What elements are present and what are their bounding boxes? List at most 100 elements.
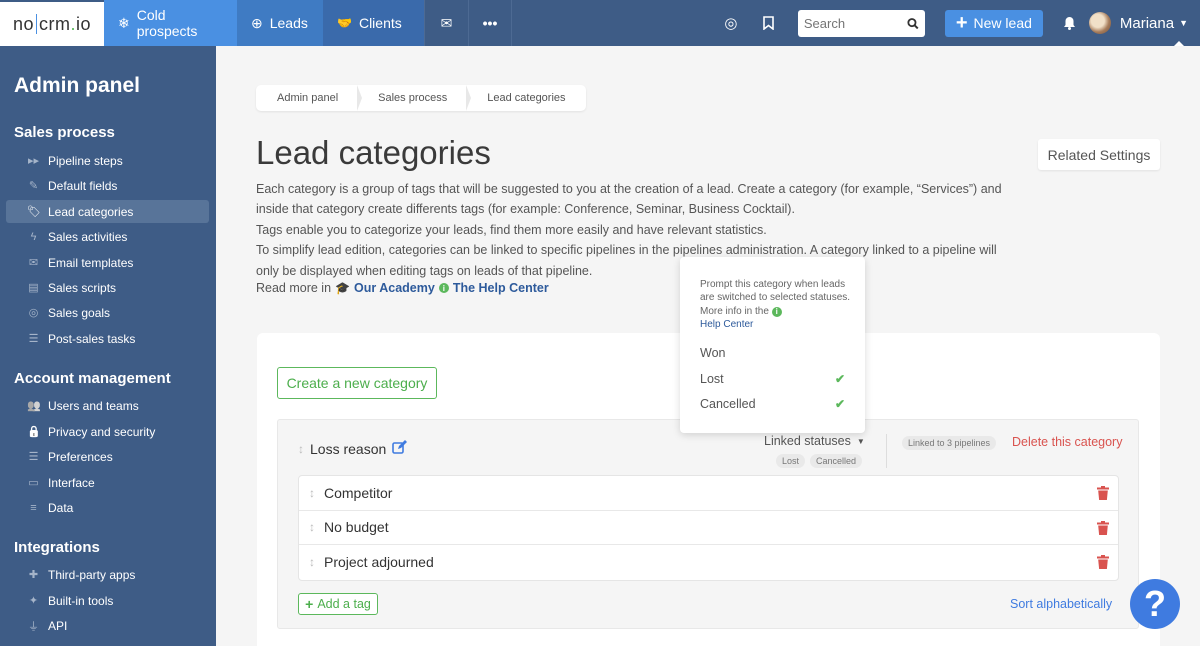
tab-label: Leads (269, 15, 308, 31)
sidebar-item-label: Pipeline steps (48, 153, 123, 168)
breadcrumb-item-admin-panel[interactable]: Admin panel (256, 85, 363, 111)
sidebar-item-label: Lead categories (48, 204, 134, 219)
trash-icon[interactable] (1097, 555, 1109, 569)
drag-handle-icon[interactable]: ↕ (309, 486, 315, 500)
caret-down-icon: ▼ (856, 436, 865, 446)
bell-icon (1064, 17, 1076, 30)
sidebar-item-email-templates[interactable]: ✉ Email templates (6, 251, 209, 274)
popover-help-center-link[interactable]: Help Center (700, 319, 753, 330)
trash-icon[interactable] (1097, 520, 1109, 535)
category-name: Loss reason (310, 440, 387, 457)
notifications-button[interactable] (1057, 16, 1083, 30)
forward-icon: ▸▸ (27, 155, 40, 167)
linked-status-pills: Lost Cancelled (776, 454, 863, 468)
new-lead-button[interactable]: + New lead (944, 9, 1043, 37)
read-more-label: Read more in (256, 281, 332, 295)
search-icon[interactable] (907, 17, 919, 30)
sidebar-item-default-fields[interactable]: ✎ Default fields (6, 174, 209, 197)
sidebar-item-pipeline-steps[interactable]: ▸▸ Pipeline steps (6, 149, 209, 172)
logo-text-crm: crm (39, 13, 71, 34)
envelope-icon: ✉ (28, 257, 39, 269)
sidebar-item-sales-scripts[interactable]: ▤ Sales scripts (6, 276, 209, 299)
sidebar-item-label: Built-in tools (48, 593, 114, 608)
sidebar-item-data[interactable]: ≡ Data (6, 496, 209, 519)
sidebar-item-sales-activities[interactable]: ϟ Sales activities (6, 225, 209, 248)
clipboard-icon: ▤ (28, 282, 39, 294)
help-center-link[interactable]: The Help Center (453, 281, 549, 295)
sidebar-item-label: Users and teams (48, 398, 139, 413)
sidebar-item-interface[interactable]: ▭ Interface (6, 471, 209, 494)
sidebar-section-integrations: Integrations (14, 539, 100, 556)
sidebar-item-label: Preferences (48, 449, 113, 464)
bookmark-button[interactable] (750, 16, 788, 30)
target-icon: ◎ (724, 15, 738, 32)
description-line: Each category is a group of tags that wi… (256, 182, 1002, 196)
sidebar-item-label: Data (48, 500, 74, 515)
user-menu[interactable]: Mariana ▼ (1120, 15, 1188, 46)
logo-divider (36, 14, 37, 34)
sidebar-item-label: Default fields (48, 178, 118, 193)
tab-leads[interactable]: ⊕ Leads (237, 0, 323, 46)
mail-button[interactable]: ✉ (424, 0, 468, 46)
create-category-button[interactable]: Create a new category (277, 367, 437, 399)
drag-handle-icon[interactable]: ↕ (309, 520, 315, 534)
ellipsis-icon: ••• (482, 15, 498, 31)
linked-statuses-dropdown[interactable]: Linked statuses ▼ (764, 434, 865, 448)
delete-category-link[interactable]: Delete this category (1012, 435, 1122, 449)
add-tag-button[interactable]: + Add a tag (298, 593, 378, 615)
sort-alphabetically-link[interactable]: Sort alphabetically (1010, 597, 1112, 611)
edit-icon[interactable] (392, 440, 408, 457)
new-lead-label: New lead (973, 15, 1032, 31)
tag-name: Project adjourned (324, 554, 434, 571)
drag-handle-icon[interactable]: ↕ (298, 442, 304, 456)
sidebar-item-preferences[interactable]: ☰ Preferences (6, 445, 209, 468)
sidebar-item-post-sales-tasks[interactable]: ☰ Post-sales tasks (6, 327, 209, 350)
breadcrumb-item-sales-process[interactable]: Sales process (358, 85, 472, 111)
sidebar-item-built-in-tools[interactable]: ✦ Built-in tools (6, 589, 209, 612)
tab-label: Cold prospects (136, 7, 198, 39)
status-option-label: Lost (700, 372, 724, 386)
sidebar-item-sales-goals[interactable]: ◎ Sales goals (6, 301, 209, 324)
check-icon: ✔ (834, 372, 845, 386)
breadcrumb-item-lead-categories: Lead categories (487, 92, 566, 104)
plus-icon: + (955, 12, 968, 34)
sidebar-item-label: Sales activities (48, 229, 128, 244)
tag-name: No budget (324, 519, 389, 536)
avatar[interactable] (1088, 12, 1111, 34)
info-icon: i (771, 306, 782, 317)
status-option-cancelled[interactable]: Cancelled ✔ (700, 397, 845, 411)
trash-icon[interactable] (1097, 486, 1109, 500)
desktop-icon: ▭ (28, 477, 39, 489)
sidebar-item-lead-categories[interactable]: 🏷 Lead categories (6, 200, 209, 223)
search-input[interactable] (803, 15, 908, 31)
logo[interactable]: no crm. io (0, 0, 104, 46)
sidebar-item-api[interactable]: ⏚ API (6, 614, 209, 637)
sidebar-item-label: API (48, 618, 68, 633)
sidebar-item-third-party-apps[interactable]: ✚ Third-party apps (6, 563, 209, 586)
crosshair-icon: ⊕ (251, 14, 263, 31)
top-navbar: no crm. io ❄ Cold prospects ⊕ Leads 🤝 Clie… (0, 0, 1200, 46)
sidebar-item-privacy-and-security[interactable]: 🔒 Privacy and security (6, 420, 209, 443)
goals-button[interactable]: ◎ (712, 14, 750, 32)
drag-handle-icon[interactable]: ↕ (309, 555, 315, 569)
tag-row: ↕ Competitor (299, 476, 1118, 511)
sidebar-item-users-and-teams[interactable]: 👥 Users and teams (6, 394, 209, 417)
help-button[interactable]: ? (1130, 579, 1180, 629)
tab-clients[interactable]: 🤝 Clients (323, 0, 424, 46)
tab-label: Clients (358, 15, 402, 31)
tab-cold-prospects[interactable]: ❄ Cold prospects (104, 0, 237, 46)
tag-name: Competitor (324, 484, 393, 501)
related-settings-button[interactable]: Related Settings (1038, 139, 1160, 170)
check-icon: ✔ (834, 397, 845, 411)
more-button[interactable]: ••• (468, 0, 512, 46)
sidebar-section-account-management: Account management (14, 370, 171, 387)
sliders-icon: ☰ (28, 451, 39, 463)
academy-link[interactable]: Our Academy (354, 281, 435, 295)
status-option-lost[interactable]: Lost ✔ (700, 372, 845, 386)
linked-statuses-label: Linked statuses (764, 434, 851, 448)
envelope-icon: ✉ (440, 14, 453, 31)
status-option-won[interactable]: Won (700, 346, 845, 360)
sidebar-item-label: Sales goals (48, 305, 111, 320)
plug-icon: ⏚ (28, 620, 39, 633)
menu-pointer (1174, 40, 1184, 46)
